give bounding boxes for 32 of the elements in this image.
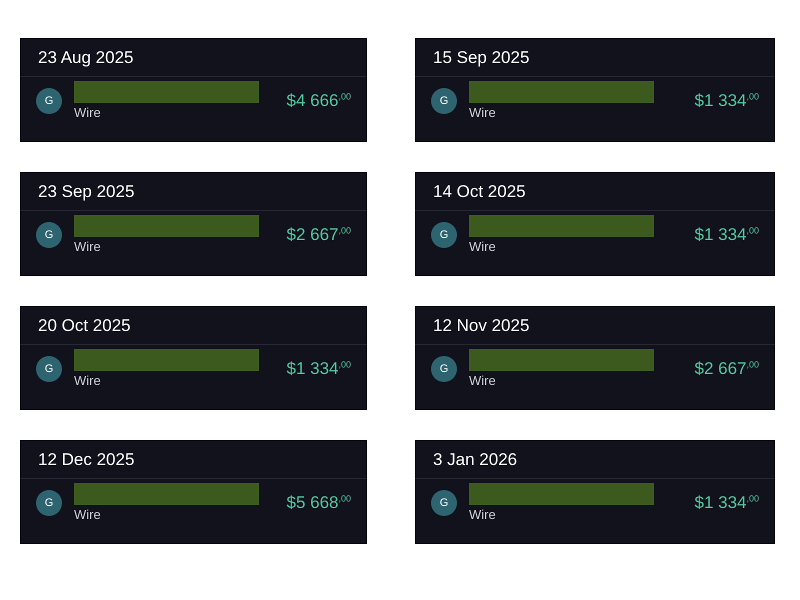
transaction-date: 23 Sep 2025 — [20, 182, 367, 211]
payment-method: Wire — [469, 507, 497, 522]
transaction-date: 12 Nov 2025 — [415, 316, 775, 345]
transaction-date: 12 Dec 2025 — [20, 450, 367, 479]
transaction-amount: $2 667$^{,00}$ — [286, 224, 351, 244]
payment-method: Wire — [74, 105, 102, 120]
payment-method: Wire — [74, 507, 102, 522]
avatar: G — [431, 222, 457, 248]
avatar: G — [36, 490, 62, 516]
avatar: G — [36, 88, 62, 114]
payment-method: Wire — [469, 239, 497, 254]
avatar: G — [36, 222, 62, 248]
transaction-amount: $1 334$^{,00}$ — [694, 492, 759, 512]
payment-method: Wire — [74, 239, 102, 254]
avatar: G — [431, 356, 457, 382]
transaction-date: 20 Oct 2025 — [20, 316, 367, 345]
payment-method: Wire — [74, 373, 102, 388]
transaction-amount: $1 334$^{,00}$ — [694, 224, 759, 244]
avatar: G — [36, 356, 62, 382]
payment-method: Wire — [469, 105, 497, 120]
transaction-date: 14 Oct 2025 — [415, 182, 775, 211]
transaction-amount: $1 334$^{,00}$ — [286, 358, 351, 378]
transaction-date: 3 Jan 2026 — [415, 450, 775, 479]
transaction-amount: $2 667$^{,00}$ — [694, 358, 759, 378]
transaction-date: 15 Sep 2025 — [415, 48, 775, 77]
avatar: G — [431, 490, 457, 516]
avatar: G — [431, 88, 457, 114]
transaction-amount: $5 668$^{,00}$ — [286, 492, 351, 512]
transaction-amount: $1 334$^{,00}$ — [694, 90, 759, 110]
transaction-date: 23 Aug 2025 — [20, 48, 367, 77]
payment-method: Wire — [469, 373, 497, 388]
transaction-amount: $4 666$^{,00}$ — [286, 90, 351, 110]
